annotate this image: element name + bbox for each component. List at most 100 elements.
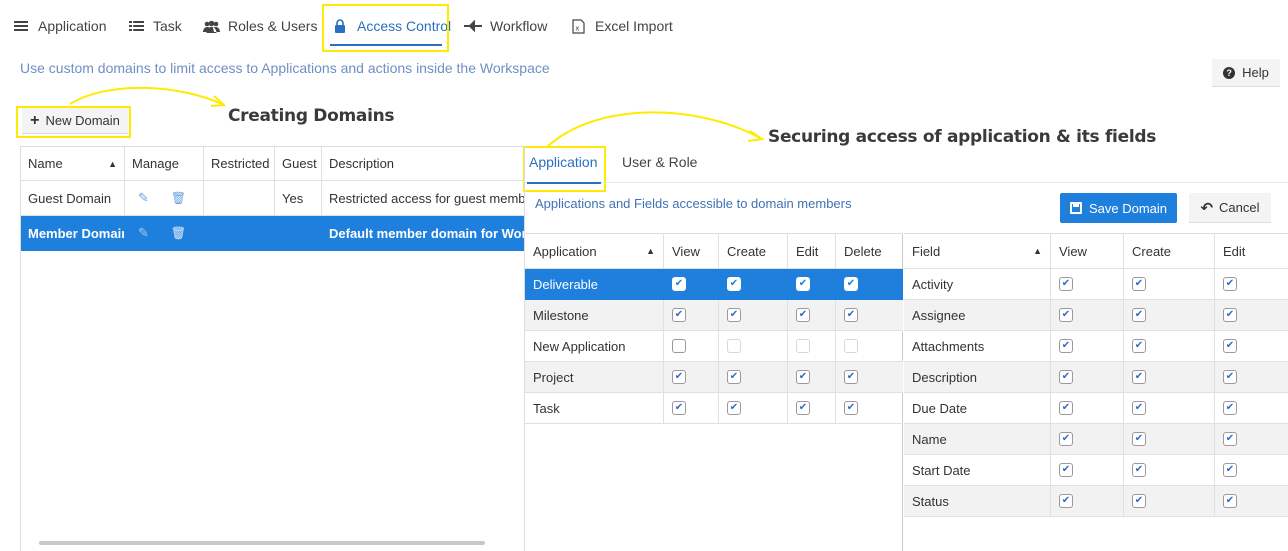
delete-checkbox[interactable]: ✔ — [844, 401, 858, 415]
delete-checkbox[interactable]: ✔ — [844, 277, 858, 291]
col-header-description[interactable]: Description — [322, 147, 524, 180]
application-row[interactable]: Project ✔ ✔ ✔ ✔ — [525, 362, 903, 393]
field-row[interactable]: Due Date ✔ ✔ ✔ — [904, 393, 1288, 424]
svg-text:x: x — [575, 24, 579, 32]
view-checkbox[interactable]: ✔ — [672, 401, 686, 415]
domain-manage: ✎ 🗑 — [125, 216, 204, 250]
nav-roles-users[interactable]: Roles & Users — [202, 14, 317, 38]
col-header-edit[interactable]: Edit — [1215, 234, 1288, 268]
col-header-field[interactable]: Field ▲ — [904, 234, 1051, 268]
panel-subtitle: Applications and Fields accessible to do… — [535, 196, 852, 211]
view-checkbox[interactable]: ✔ — [1059, 463, 1073, 477]
create-checkbox[interactable]: ✔ — [1132, 432, 1146, 446]
view-checkbox[interactable]: ✔ — [1059, 494, 1073, 508]
new-domain-label: New Domain — [45, 113, 120, 128]
edit-checkbox[interactable]: ✔ — [796, 370, 810, 384]
col-header-delete[interactable]: Delete — [836, 234, 903, 268]
edit-checkbox[interactable]: ✔ — [1223, 494, 1237, 508]
field-view-cell: ✔ — [1051, 300, 1124, 330]
col-header-manage[interactable]: Manage — [125, 147, 204, 180]
create-checkbox[interactable]: ✔ — [1132, 463, 1146, 477]
trash-icon[interactable]: 🗑 — [171, 191, 186, 205]
create-checkbox[interactable]: ✔ — [727, 277, 741, 291]
field-name: Status — [904, 486, 1051, 516]
col-header-create[interactable]: Create — [1124, 234, 1215, 268]
application-row[interactable]: Task ✔ ✔ ✔ ✔ — [525, 393, 903, 424]
view-checkbox[interactable]: ✔ — [672, 370, 686, 384]
edit-checkbox[interactable]: ✔ — [1223, 432, 1237, 446]
edit-checkbox[interactable]: ✔ — [1223, 370, 1237, 384]
save-domain-button[interactable]: Save Domain — [1060, 193, 1177, 223]
create-checkbox[interactable]: ✔ — [1132, 401, 1146, 415]
edit-checkbox[interactable]: ✔ — [1223, 308, 1237, 322]
nav-workflow[interactable]: Workflow — [464, 14, 547, 38]
edit-checkbox[interactable]: ✔ — [1223, 277, 1237, 291]
application-row[interactable]: New Application — [525, 331, 903, 362]
new-domain-button[interactable]: + New Domain — [22, 108, 128, 134]
domain-row[interactable]: Guest Domain ✎ 🗑 Yes Restricted access f… — [21, 181, 524, 216]
field-row[interactable]: Status ✔ ✔ ✔ — [904, 486, 1288, 517]
nav-excel-import[interactable]: x Excel Import — [569, 14, 673, 38]
nav-task[interactable]: Task — [127, 14, 182, 38]
help-button[interactable]: ? Help — [1212, 59, 1280, 87]
application-row[interactable]: Milestone ✔ ✔ ✔ ✔ — [525, 300, 903, 331]
create-checkbox[interactable]: ✔ — [1132, 494, 1146, 508]
create-checkbox[interactable]: ✔ — [1132, 339, 1146, 353]
view-checkbox[interactable]: ✔ — [672, 308, 686, 322]
delete-checkbox[interactable]: ✔ — [844, 370, 858, 384]
view-checkbox[interactable]: ✔ — [672, 277, 686, 291]
col-header-guest[interactable]: Guest — [275, 147, 322, 180]
edit-checkbox[interactable]: ✔ — [1223, 463, 1237, 477]
field-row[interactable]: Description ✔ ✔ ✔ — [904, 362, 1288, 393]
view-checkbox[interactable]: ✔ — [1059, 370, 1073, 384]
col-header-view[interactable]: View — [664, 234, 719, 268]
edit-checkbox[interactable]: ✔ — [796, 277, 810, 291]
field-row[interactable]: Name ✔ ✔ ✔ — [904, 424, 1288, 455]
create-checkbox[interactable]: ✔ — [1132, 277, 1146, 291]
create-checkbox[interactable]: ✔ — [1132, 308, 1146, 322]
tab-application[interactable]: Application — [529, 154, 598, 170]
field-row[interactable]: Start Date ✔ ✔ ✔ — [904, 455, 1288, 486]
create-checkbox[interactable] — [727, 339, 741, 353]
nav-application[interactable]: Application — [12, 14, 107, 38]
edit-checkbox[interactable]: ✔ — [796, 308, 810, 322]
trash-icon[interactable]: 🗑 — [171, 226, 186, 240]
edit-checkbox[interactable]: ✔ — [1223, 401, 1237, 415]
application-row[interactable]: Deliverable ✔ ✔ ✔ ✔ — [525, 269, 903, 300]
view-checkbox[interactable]: ✔ — [1059, 432, 1073, 446]
create-checkbox[interactable]: ✔ — [727, 401, 741, 415]
field-row[interactable]: Assignee ✔ ✔ ✔ — [904, 300, 1288, 331]
cancel-button[interactable]: ↶ Cancel — [1189, 193, 1271, 223]
delete-checkbox[interactable]: ✔ — [844, 308, 858, 322]
view-checkbox[interactable]: ✔ — [1059, 339, 1073, 353]
delete-checkbox[interactable] — [844, 339, 858, 353]
col-header-view[interactable]: View — [1051, 234, 1124, 268]
domain-name: Member Domain — [21, 216, 125, 250]
col-header-restricted[interactable]: Restricted — [204, 147, 275, 180]
edit-checkbox[interactable]: ✔ — [1223, 339, 1237, 353]
field-row[interactable]: Activity ✔ ✔ ✔ — [904, 269, 1288, 300]
application-view-cell — [664, 331, 719, 361]
create-checkbox[interactable]: ✔ — [727, 308, 741, 322]
col-header-create[interactable]: Create — [719, 234, 788, 268]
view-checkbox[interactable]: ✔ — [1059, 308, 1073, 322]
create-checkbox[interactable]: ✔ — [727, 370, 741, 384]
view-checkbox[interactable] — [672, 339, 686, 353]
application-edit-cell — [788, 331, 836, 361]
domain-row-selected[interactable]: Member Domain ✎ 🗑 Default member domain … — [21, 216, 524, 251]
create-checkbox[interactable]: ✔ — [1132, 370, 1146, 384]
edit-checkbox[interactable] — [796, 339, 810, 353]
field-row[interactable]: Attachments ✔ ✔ ✔ — [904, 331, 1288, 362]
edit-checkbox[interactable]: ✔ — [796, 401, 810, 415]
applications-header-row: Application ▲ View Create Edit Delete — [525, 233, 903, 269]
col-header-edit[interactable]: Edit — [788, 234, 836, 268]
view-checkbox[interactable]: ✔ — [1059, 277, 1073, 291]
col-header-application[interactable]: Application ▲ — [525, 234, 664, 268]
tab-user-role[interactable]: User & Role — [622, 154, 697, 170]
edit-icon[interactable]: ✎ — [138, 225, 149, 241]
top-nav: Application Task Roles & Users Access Co… — [0, 0, 1288, 52]
edit-icon[interactable]: ✎ — [138, 190, 149, 206]
col-header-name[interactable]: Name ▲ — [21, 147, 125, 180]
horizontal-scrollbar[interactable] — [39, 541, 485, 545]
view-checkbox[interactable]: ✔ — [1059, 401, 1073, 415]
